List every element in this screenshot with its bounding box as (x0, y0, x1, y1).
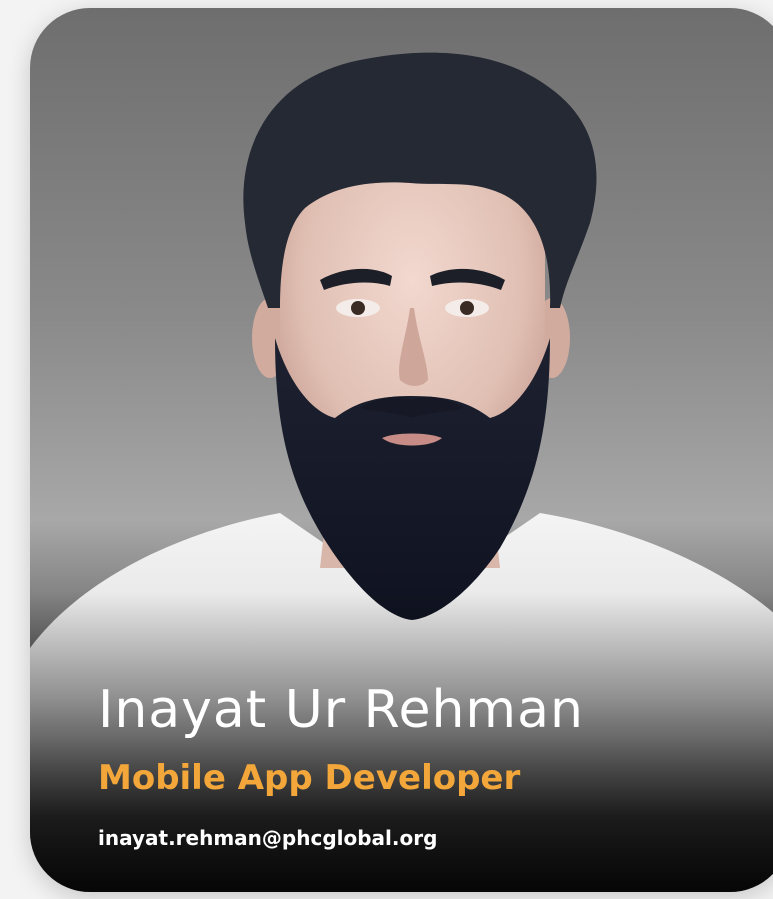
person-name: Inayat Ur Rehman (98, 680, 584, 740)
email-address: inayat.rehman@phcglobal.org (98, 826, 438, 850)
job-title: Mobile App Developer (98, 758, 521, 798)
page-background: Inayat Ur Rehman Mobile App Developer in… (0, 0, 773, 899)
profile-card: Inayat Ur Rehman Mobile App Developer in… (30, 8, 773, 892)
